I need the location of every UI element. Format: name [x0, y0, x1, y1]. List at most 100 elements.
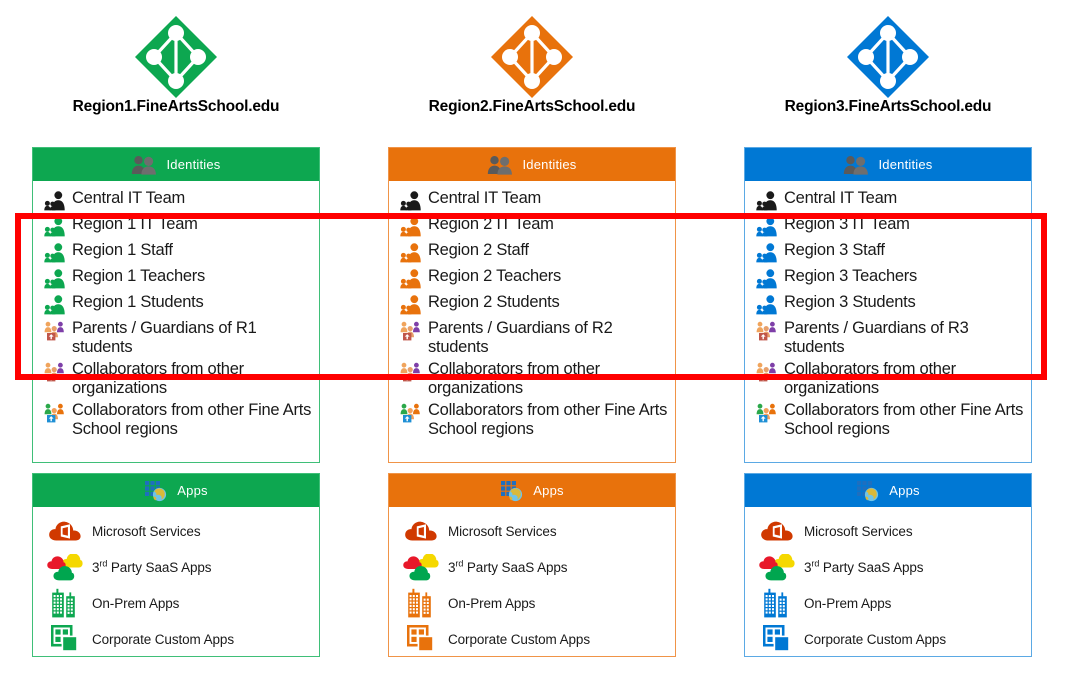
app-list-item[interactable]: Microsoft Services	[33, 513, 319, 549]
apps-header-label: Apps	[889, 483, 920, 498]
users-group-icon	[756, 243, 778, 263]
identities-card-header: Identities	[745, 148, 1031, 181]
identity-list-item[interactable]: Collaborators from other organizations	[33, 358, 319, 399]
external-users-icon	[756, 403, 778, 423]
apps-header-label: Apps	[177, 483, 208, 498]
identity-list-item[interactable]: Collaborators from other Fine Arts Schoo…	[33, 399, 319, 440]
identity-list-item-label: Region 2 Staff	[428, 241, 529, 259]
users-group-icon	[400, 217, 422, 237]
identity-list-item-label: Region 1 IT Team	[72, 215, 198, 233]
users-group-icon	[400, 269, 421, 289]
app-list-item-label: Microsoft Services	[448, 523, 557, 539]
app-list-item[interactable]: Corporate Custom Apps	[33, 621, 319, 657]
app-list-item[interactable]: Microsoft Services	[389, 513, 675, 549]
external-users-icon	[756, 362, 776, 382]
office-cloud-icon	[47, 516, 83, 546]
users-group-icon	[44, 295, 65, 315]
app-list-item[interactable]: 3rd Party SaaS Apps	[745, 549, 1031, 585]
users-group-icon	[756, 191, 778, 211]
app-list-item[interactable]: Microsoft Services	[745, 513, 1031, 549]
identity-list-item[interactable]: Region 2 Staff	[389, 239, 675, 265]
office-cloud-icon	[403, 516, 439, 546]
external-users-icon	[756, 362, 778, 382]
custom-apps-icon	[407, 625, 434, 652]
diagram-canvas: Region3.FineArtsSchool.edu Identities Cent…	[0, 0, 1087, 688]
identity-list-item[interactable]: Region 2 Teachers	[389, 265, 675, 291]
identity-list-item[interactable]: Region 3 IT Team	[745, 213, 1031, 239]
identity-list-item[interactable]: Central IT Team	[33, 187, 319, 213]
external-users-icon	[400, 403, 420, 423]
identities-card: Identities Central IT Team Region 3 IT Tea…	[744, 147, 1032, 463]
saas-clouds-icon	[47, 552, 83, 582]
identity-list-item-label: Region 1 Students	[72, 293, 204, 311]
buildings-icon	[52, 588, 75, 618]
identities-card: Identities Central IT Team Region 2 IT Tea…	[388, 147, 676, 463]
app-list-item[interactable]: 3rd Party SaaS Apps	[33, 549, 319, 585]
users-group-icon	[400, 295, 422, 315]
identity-list-item[interactable]: Collaborators from other Fine Arts Schoo…	[389, 399, 675, 440]
app-label-main: Party SaaS Apps	[466, 559, 568, 575]
app-list-item[interactable]: 3rd Party SaaS Apps	[389, 549, 675, 585]
identity-list-item-label: Region 3 Staff	[784, 241, 885, 259]
app-list-item[interactable]: On-Prem Apps	[389, 585, 675, 621]
identity-list-item[interactable]: Collaborators from other organizations	[389, 358, 675, 399]
identity-list-item-label: Region 1 Staff	[72, 241, 173, 259]
identity-list-item[interactable]: Parents / Guardians of R1 students	[33, 317, 319, 358]
app-list-item[interactable]: On-Prem Apps	[33, 585, 319, 621]
app-list-item-label: Corporate Custom Apps	[448, 631, 590, 647]
identity-list-item[interactable]: Parents / Guardians of R2 students	[389, 317, 675, 358]
users-group-icon	[756, 217, 778, 237]
app-list-item[interactable]: Corporate Custom Apps	[745, 621, 1031, 657]
app-list-item-label: Microsoft Services	[92, 523, 201, 539]
app-label-main: Party SaaS Apps	[110, 559, 212, 575]
buildings-icon	[408, 588, 431, 618]
identity-list-item[interactable]: Region 2 Students	[389, 291, 675, 317]
identity-list-item[interactable]: Region 1 Teachers	[33, 265, 319, 291]
identity-list-item[interactable]: Region 3 Teachers	[745, 265, 1031, 291]
office-cloud-icon	[49, 521, 81, 541]
users-group-icon	[400, 269, 422, 289]
identity-list-item[interactable]: Region 1 Students	[33, 291, 319, 317]
external-users-icon	[400, 321, 420, 341]
buildings-icon	[764, 588, 787, 618]
app-label-main: Party SaaS Apps	[822, 559, 924, 575]
identity-list-item-label: Collaborators from other organizations	[784, 360, 956, 397]
identity-list-item[interactable]: Parents / Guardians of R3 students	[745, 317, 1031, 358]
external-users-icon	[400, 321, 422, 341]
users-group-icon	[400, 217, 421, 237]
office-cloud-icon	[405, 521, 437, 541]
external-users-icon	[44, 321, 66, 341]
identity-list-item-label: Central IT Team	[72, 189, 186, 207]
identities-header-label: Identities	[878, 157, 933, 172]
identity-list-item[interactable]: Central IT Team	[745, 187, 1031, 213]
external-users-icon	[44, 362, 66, 382]
identity-list-item[interactable]: Region 1 IT Team	[33, 213, 319, 239]
identity-list-item[interactable]: Collaborators from other Fine Arts Schoo…	[745, 399, 1031, 440]
identity-list-item[interactable]: Region 3 Staff	[745, 239, 1031, 265]
identity-list-item-label: Parents / Guardians of R1 students	[72, 319, 257, 356]
app-list-item[interactable]: On-Prem Apps	[745, 585, 1031, 621]
identity-list-item-label: Collaborators from other Fine Arts Schoo…	[428, 401, 668, 438]
identity-list-item-label: Region 1 Teachers	[72, 267, 206, 285]
apps-card-header: Apps	[389, 474, 675, 507]
apps-list: Microsoft Services 3rd Party SaaS Apps On-…	[745, 507, 1031, 666]
custom-apps-icon	[759, 624, 795, 654]
apps-list: Microsoft Services 3rd Party SaaS Apps On-…	[389, 507, 675, 666]
external-users-icon	[400, 362, 422, 382]
users-group-icon	[44, 191, 66, 211]
office-cloud-icon	[759, 516, 795, 546]
identity-list-item[interactable]: Region 1 Staff	[33, 239, 319, 265]
app-list-item[interactable]: Corporate Custom Apps	[389, 621, 675, 657]
users-group-icon	[400, 295, 421, 315]
external-users-icon	[44, 321, 64, 341]
identity-list-item[interactable]: Region 2 IT Team	[389, 213, 675, 239]
identity-list-item[interactable]: Region 3 Students	[745, 291, 1031, 317]
buildings-icon	[403, 588, 439, 618]
apps-globe-icon	[857, 480, 879, 501]
tenant-column-3: Region3.FineArtsSchool.edu Identities Cent…	[744, 0, 1032, 657]
identity-list-item-label: Region 2 Students	[428, 293, 560, 311]
users-group-icon	[400, 191, 422, 211]
identity-list-item[interactable]: Central IT Team	[389, 187, 675, 213]
identity-list-item-label: Central IT Team	[784, 189, 898, 207]
identity-list-item[interactable]: Collaborators from other organizations	[745, 358, 1031, 399]
